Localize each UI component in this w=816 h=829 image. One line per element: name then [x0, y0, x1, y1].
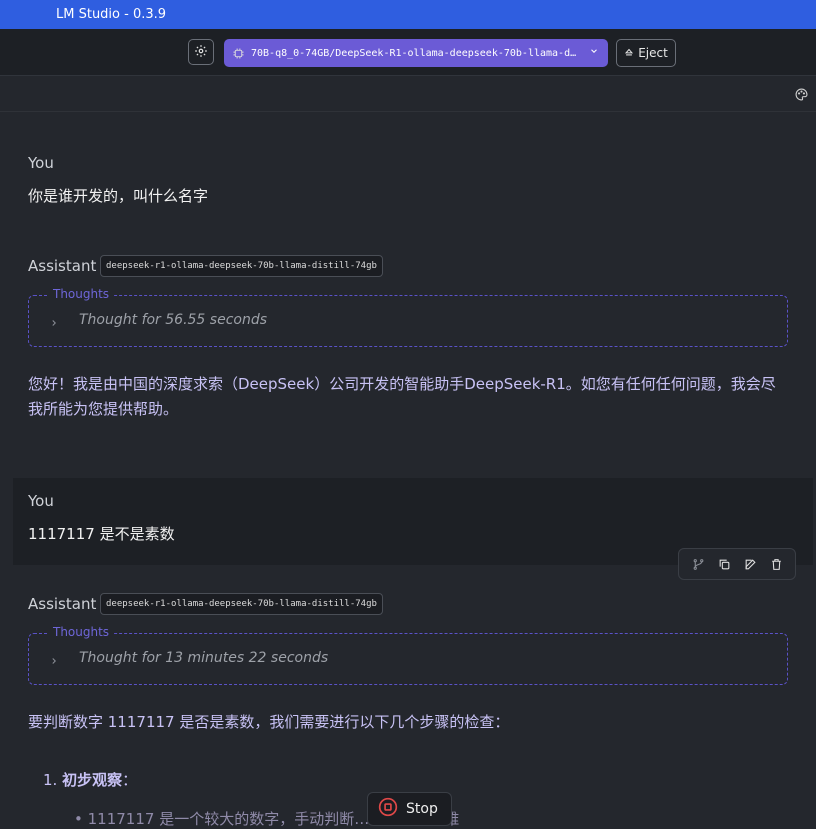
eject-icon [624, 46, 634, 60]
window-title: LM Studio - 0.3.9 [56, 7, 167, 22]
thoughts-panel[interactable]: Thoughts Thought for 13 minutes 22 secon… [28, 625, 788, 685]
title-bar: LM Studio - 0.3.9 [0, 0, 816, 29]
assistant-message-text: 要判断数字 1117117 是否是素数，我们需要进行以下几个步骤的检查： [28, 713, 510, 731]
branch-icon[interactable] [692, 558, 705, 571]
message-role-assistant: Assistant [28, 595, 97, 613]
model-selector-label: 70B-q8_0-74GB/DeepSeek-R1-ollama-deepsee… [251, 47, 577, 59]
thoughts-label: Thoughts [49, 625, 114, 639]
stop-label: Stop [406, 801, 438, 817]
toolbar: 70B-q8_0-74GB/DeepSeek-R1-ollama-deepsee… [0, 29, 816, 76]
eject-button[interactable]: Eject [616, 39, 676, 67]
edit-icon[interactable] [744, 558, 757, 571]
model-selector[interactable]: 70B-q8_0-74GB/DeepSeek-R1-ollama-deepsee… [224, 39, 608, 67]
thoughts-panel[interactable]: Thoughts Thought for 56.55 seconds [28, 287, 788, 347]
list-title: 初步观察 [62, 771, 123, 789]
palette-icon[interactable] [795, 86, 808, 105]
stop-button[interactable]: Stop [367, 792, 452, 826]
assistant-message-text: 您好！我是由中国的深度求索（DeepSeek）公司开发的智能助手DeepSeek… [28, 375, 776, 418]
thoughts-summary: Thought for 56.55 seconds [79, 312, 268, 328]
settings-button[interactable] [188, 39, 214, 65]
message-role-assistant: Assistant [28, 257, 97, 275]
message-role-user: You [28, 492, 54, 510]
chevron-right-icon [49, 652, 59, 671]
list-number: 1. [43, 771, 58, 789]
model-tag: deepseek-r1-ollama-deepseek-70b-llama-di… [100, 593, 383, 615]
model-tag: deepseek-r1-ollama-deepseek-70b-llama-di… [100, 255, 383, 277]
list-suffix: ： [122, 771, 138, 789]
user-message-text: 1117117 是不是素数 [28, 525, 175, 543]
message-actions [678, 548, 796, 580]
thoughts-label: Thoughts [49, 287, 114, 301]
chevron-right-icon [49, 314, 59, 333]
thoughts-summary: Thought for 13 minutes 22 seconds [79, 650, 329, 666]
copy-icon[interactable] [718, 558, 731, 571]
stop-icon [378, 797, 398, 821]
bullet: • [74, 810, 88, 828]
gear-icon [194, 43, 208, 62]
message-role-user: You [28, 154, 54, 172]
list-item: 1. 初步观察： [43, 769, 137, 790]
chevron-down-icon [589, 46, 599, 59]
eject-label: Eject [638, 46, 668, 60]
chat-header [0, 76, 816, 112]
chip-icon [233, 47, 245, 59]
user-message-text: 你是谁开发的，叫什么名字 [28, 187, 209, 205]
delete-icon[interactable] [770, 558, 783, 571]
